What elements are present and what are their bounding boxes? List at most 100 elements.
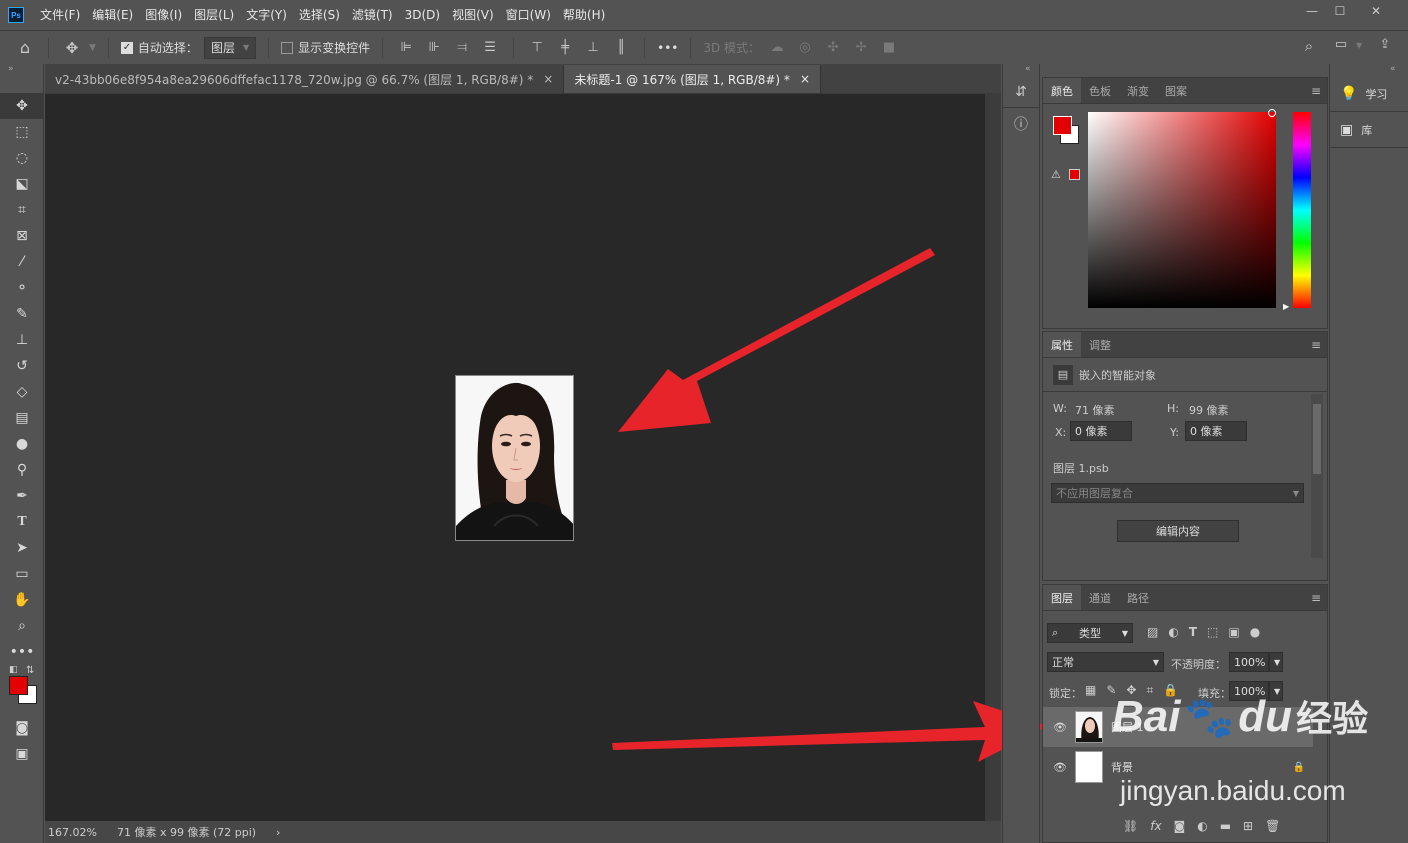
folder-icon[interactable]: ▬	[1220, 819, 1231, 833]
distribute-vertical-icon[interactable]: ║	[610, 40, 632, 55]
marquee-tool[interactable]: ⬚	[0, 119, 44, 145]
saturation-value-field[interactable]	[1088, 112, 1276, 308]
close-icon[interactable]: ×	[800, 72, 810, 86]
more-options-button[interactable]: •••	[657, 41, 678, 55]
align-left-icon[interactable]: ⊫	[395, 40, 417, 55]
eraser-tool[interactable]: ◇	[0, 379, 44, 405]
link-icon[interactable]: ⛓	[1123, 819, 1138, 833]
lock-transparent-icon[interactable]: ▦	[1085, 683, 1096, 698]
panel-menu-icon[interactable]: ≡	[1305, 78, 1327, 103]
gamut-color-swatch[interactable]	[1069, 169, 1080, 180]
align-center-icon[interactable]: ⊪	[423, 40, 445, 55]
chevron-down-icon[interactable]: ▼	[1356, 41, 1362, 50]
opacity-field[interactable]: 100%	[1229, 652, 1269, 672]
align-middle-icon[interactable]: ╪	[554, 40, 576, 55]
layer-comp-dropdown[interactable]: 不应用图层复合 ▼	[1051, 483, 1304, 503]
adjustment-filter-icon[interactable]: ◐	[1168, 625, 1178, 639]
trash-icon[interactable]: 🗑	[1265, 819, 1280, 833]
tab-swatches[interactable]: 色板	[1081, 78, 1119, 103]
menu-type[interactable]: 文字(Y)	[240, 0, 293, 30]
gradient-tool[interactable]: ▤	[0, 405, 44, 431]
x-position-field[interactable]: 0 像素	[1070, 421, 1132, 441]
foreground-color-swatch[interactable]	[9, 676, 28, 695]
menu-window[interactable]: 窗口(W)	[500, 0, 557, 30]
y-position-field[interactable]: 0 像素	[1185, 421, 1247, 441]
type-tool[interactable]: T	[0, 509, 44, 535]
tab-channels[interactable]: 通道	[1081, 585, 1119, 610]
history-icon[interactable]: ⇵	[1003, 76, 1039, 108]
tab-document-1[interactable]: v2-43bb06e8f954a8ea29606dffefac1178_720w…	[45, 65, 565, 93]
status-menu-arrow[interactable]: ›	[276, 826, 280, 839]
menu-file[interactable]: 文件(F)	[34, 0, 86, 30]
lasso-tool[interactable]: ◌	[0, 145, 44, 171]
dodge-tool[interactable]: ⚲	[0, 457, 44, 483]
collapse-icon[interactable]: «	[1003, 64, 1039, 76]
edit-contents-button[interactable]: 编辑内容	[1117, 520, 1239, 542]
chevron-down-icon[interactable]: ▼	[1269, 652, 1283, 672]
auto-select-dropdown[interactable]: 图层 ▼	[203, 36, 257, 59]
screen-mode-icon[interactable]: ▣	[0, 741, 44, 767]
collapse-icon[interactable]: «	[1330, 64, 1408, 76]
fx-icon[interactable]: fx	[1150, 819, 1161, 833]
vertical-scrollbar[interactable]	[985, 94, 1001, 821]
tab-color[interactable]: 颜色	[1043, 78, 1081, 103]
pixel-filter-icon[interactable]: ▨	[1147, 625, 1158, 639]
menu-image[interactable]: 图像(I)	[139, 0, 188, 30]
history-brush-tool[interactable]: ↺	[0, 353, 44, 379]
align-top-icon[interactable]: ⊤	[526, 40, 548, 55]
type-filter-icon[interactable]: T	[1189, 625, 1197, 639]
height-value[interactable]: 99 像素	[1189, 402, 1229, 418]
panel-menu-icon[interactable]: ≡	[1305, 332, 1327, 357]
minimize-button[interactable]: —	[1298, 0, 1326, 22]
menu-edit[interactable]: 编辑(E)	[86, 0, 139, 30]
foreground-color-swatch[interactable]	[1053, 116, 1072, 135]
menu-help[interactable]: 帮助(H)	[557, 0, 611, 30]
align-right-icon[interactable]: ⫤	[451, 40, 473, 55]
menu-3d[interactable]: 3D(D)	[399, 0, 446, 30]
adjustment-icon[interactable]: ◐	[1197, 819, 1207, 833]
rectangle-tool[interactable]: ▭	[0, 561, 44, 587]
canvas-document-image[interactable]	[455, 375, 574, 541]
panel-menu-icon[interactable]: ≡	[1305, 585, 1327, 610]
swap-colors-icon[interactable]: ⇅	[26, 665, 34, 676]
more-tools-icon[interactable]: •••	[0, 639, 44, 665]
width-value[interactable]: 71 像素	[1075, 402, 1115, 418]
new-layer-icon[interactable]: ⊞	[1243, 819, 1253, 833]
hand-tool[interactable]: ✋	[0, 587, 44, 613]
close-icon[interactable]: ×	[543, 72, 553, 86]
pen-tool[interactable]: ✒	[0, 483, 44, 509]
visibility-eye-icon[interactable]: 👁	[1053, 721, 1067, 734]
tab-paths[interactable]: 路径	[1119, 585, 1157, 610]
color-picker-handle[interactable]	[1268, 109, 1276, 117]
eyedropper-tool[interactable]: ⁄	[0, 249, 44, 275]
healing-brush-tool[interactable]: ⚬	[0, 275, 44, 301]
crop-tool[interactable]: ⌗	[0, 197, 44, 223]
brush-tool[interactable]: ✎	[0, 301, 44, 327]
quick-mask-icon[interactable]: ◙	[0, 715, 44, 741]
learn-panel-button[interactable]: 💡 学习	[1330, 76, 1408, 112]
tab-adjustments[interactable]: 调整	[1081, 332, 1119, 357]
share-icon[interactable]: ⇪	[1374, 37, 1396, 52]
tab-document-2[interactable]: 未标题-1 @ 167% (图层 1, RGB/8#) * ×	[564, 65, 821, 93]
filter-toggle-icon[interactable]: ●	[1250, 625, 1260, 639]
tab-gradients[interactable]: 渐变	[1119, 78, 1157, 103]
stamp-tool[interactable]: ⊥	[0, 327, 44, 353]
layer-filter-dropdown[interactable]: ⌕ 类型 ▼	[1047, 623, 1133, 643]
menu-filter[interactable]: 滤镜(T)	[346, 0, 399, 30]
lock-icon[interactable]: 🔒	[1293, 762, 1305, 773]
scrollbar-thumb[interactable]	[1313, 404, 1321, 474]
workspace-icon[interactable]: ▭	[1330, 37, 1352, 52]
move-tool[interactable]: ✥	[0, 93, 44, 119]
info-icon[interactable]: ⓘ	[1003, 108, 1039, 140]
zoom-tool[interactable]: ⌕	[0, 613, 44, 639]
object-select-tool[interactable]: ⬕	[0, 171, 44, 197]
default-colors-icon[interactable]: ◧	[9, 665, 18, 675]
menu-view[interactable]: 视图(V)	[446, 0, 500, 30]
show-transform-checkbox[interactable]: 显示变换控件	[281, 39, 370, 56]
shape-filter-icon[interactable]: ⬚	[1207, 625, 1218, 639]
distribute-icon[interactable]: ☰	[479, 40, 501, 55]
menu-select[interactable]: 选择(S)	[293, 0, 346, 30]
visibility-eye-icon[interactable]: 👁	[1053, 761, 1067, 774]
maximize-button[interactable]: ☐	[1326, 0, 1354, 22]
zoom-level[interactable]: 167.02%	[48, 826, 97, 839]
